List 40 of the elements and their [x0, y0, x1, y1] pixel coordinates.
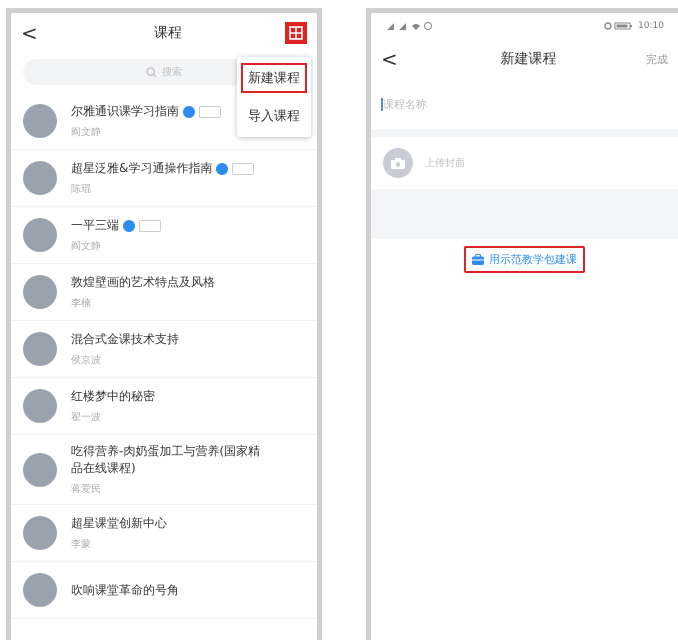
course-cover-photo [23, 161, 57, 195]
course-cover-photo [23, 104, 57, 138]
field-placeholder: 课程名称 [383, 96, 427, 112]
teacher-name: 李蒙 [71, 538, 92, 551]
course-cover-photo [23, 332, 57, 366]
screen-title: 新建课程 [500, 50, 556, 68]
course-title[interactable]: 尔雅通识课学习指南 [71, 103, 179, 120]
teacher-name: 李楠 [71, 296, 92, 310]
course-cover-photo [23, 516, 57, 550]
menu-item[interactable]: 新建课程 [241, 63, 307, 93]
course-title[interactable]: 超星泛雅&学习通操作指南 [71, 160, 212, 177]
grid-plus-icon [289, 26, 303, 40]
course-cover-photo [23, 452, 57, 486]
teacher-name: 陈琨 [71, 183, 92, 196]
course-title[interactable]: 混合式金课技术支持 [71, 331, 179, 348]
status-time: 10:10 [638, 21, 664, 31]
battery-icon [604, 22, 634, 30]
course-cover-photo [23, 573, 57, 607]
course-title[interactable]: 一平三端 [71, 217, 119, 234]
teacher-name: 阎文静 [71, 240, 102, 253]
course-title[interactable]: 吃得营养-肉奶蛋加工与营养(国家精品在线课程) [71, 443, 261, 477]
screen-title: 课程 [154, 24, 182, 42]
course-cover-photo [23, 218, 57, 252]
add-button[interactable] [285, 22, 307, 44]
menu-item[interactable]: 导入课程 [241, 101, 307, 131]
course-title[interactable]: 敦煌壁画的艺术特点及风格 [71, 274, 215, 291]
back-button[interactable]: < [21, 21, 51, 45]
back-button[interactable]: < [381, 47, 411, 71]
search-icon [146, 66, 157, 78]
teacher-name: 阎文静 [71, 126, 102, 139]
course-title[interactable]: 红楼梦中的秘密 [71, 388, 155, 405]
teacher-name: 蒋爱民 [71, 482, 102, 496]
briefcase-icon [472, 254, 484, 264]
search-placeholder: 搜索 [162, 66, 182, 79]
course-cover-photo [23, 389, 57, 423]
course-cover-photo [23, 275, 57, 309]
teacher-name: 侯京波 [71, 354, 102, 367]
course-title[interactable]: 超星课堂创新中心 [71, 515, 167, 532]
teacher-name: 翟一波 [71, 410, 102, 424]
course-title[interactable]: 吹响课堂革命的号角 [71, 582, 179, 598]
